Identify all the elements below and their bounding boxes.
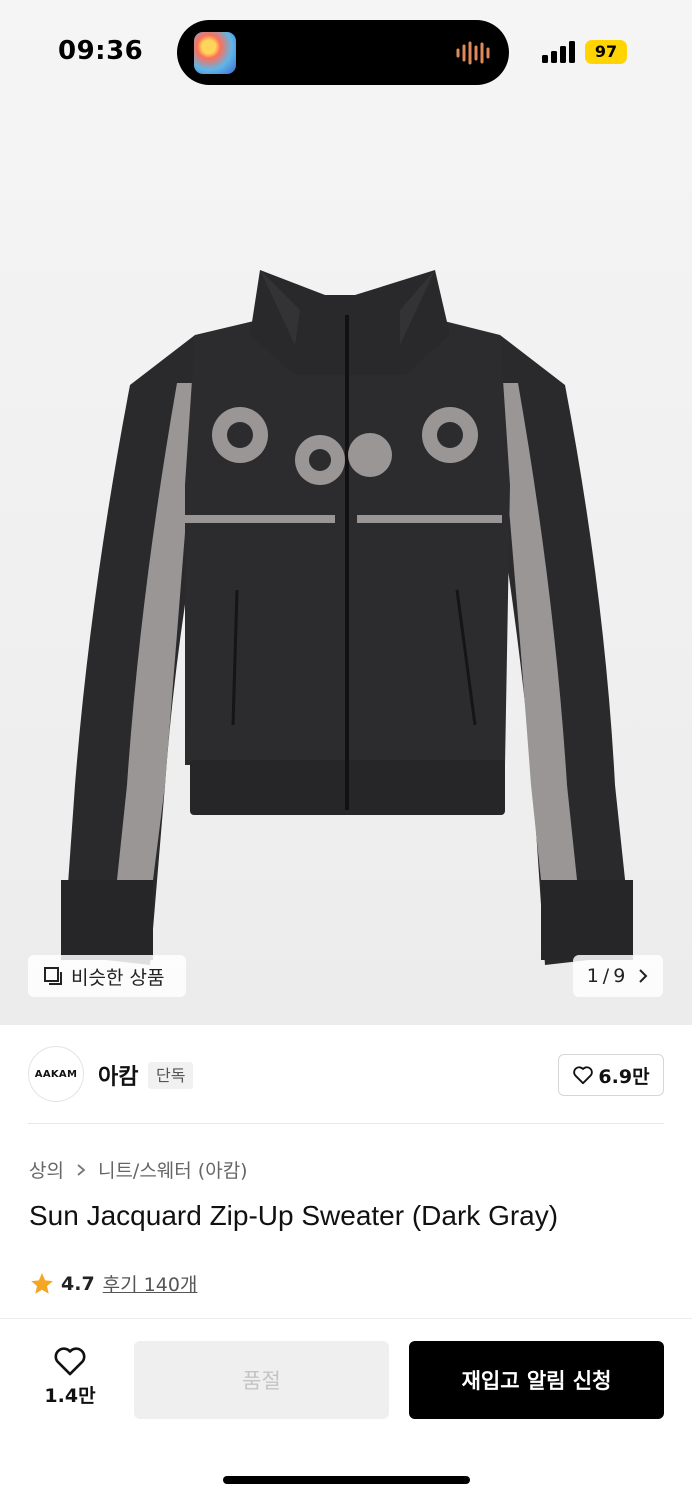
brand-like-count: 6.9만 <box>598 1065 650 1088</box>
product-image[interactable] <box>55 265 640 980</box>
divider <box>28 1123 664 1124</box>
similar-products-button[interactable]: 비슷한 상품 <box>28 955 186 997</box>
restock-alert-button[interactable]: 재입고 알림 신청 <box>409 1341 664 1419</box>
page-current: 1 <box>586 965 599 987</box>
similar-icon <box>44 967 62 985</box>
wishlist-count: 1.4만 <box>44 1385 96 1407</box>
dynamic-island[interactable] <box>177 20 509 85</box>
page-separator: / <box>602 965 610 987</box>
breadcrumb: 상의 니트/스웨터 (아캄) <box>29 1156 248 1183</box>
image-page-indicator[interactable]: 1 / 9 <box>573 955 663 997</box>
product-title: Sun Jacquard Zip-Up Sweater (Dark Gray) <box>29 1200 559 1231</box>
now-playing-artwork[interactable] <box>194 32 236 74</box>
bottom-action-bar: 1.4만 품절 재입고 알림 신청 <box>0 1318 692 1500</box>
breadcrumb-category[interactable]: 상의 <box>29 1156 64 1183</box>
heart-icon <box>573 1066 594 1085</box>
breadcrumb-subcategory[interactable]: 니트/스웨터 (아캄) <box>98 1156 248 1183</box>
brand-like-button[interactable]: 6.9만 <box>558 1054 664 1096</box>
wishlist-button[interactable]: 1.4만 <box>30 1345 110 1415</box>
page-total: 9 <box>613 965 626 987</box>
brand-logo[interactable]: AAKAM <box>28 1046 84 1102</box>
chevron-right-icon <box>77 1163 86 1176</box>
status-bar: 09:36 97 <box>0 0 692 105</box>
exclusive-badge: 단독 <box>148 1062 194 1089</box>
brand-row: AAKAM 아캄 단독 6.9만 <box>28 1046 664 1104</box>
signal-icon <box>542 41 575 63</box>
rating-row[interactable]: 4.7 후기 140개 <box>29 1270 197 1297</box>
soldout-button[interactable]: 품절 <box>134 1341 389 1419</box>
product-image-area[interactable]: 09:36 97 비슷한 상품 1 / 9 <box>0 0 692 1025</box>
waveform-icon <box>456 41 490 65</box>
chevron-right-icon <box>639 969 648 983</box>
star-icon <box>31 1272 53 1294</box>
status-time: 09:36 <box>58 36 144 66</box>
similar-products-label: 비슷한 상품 <box>71 966 165 989</box>
battery-indicator: 97 <box>585 40 627 64</box>
rating-score: 4.7 <box>61 1272 95 1295</box>
home-indicator[interactable] <box>223 1476 470 1484</box>
heart-icon <box>54 1347 86 1376</box>
reviews-link[interactable]: 후기 140개 <box>103 1270 198 1297</box>
brand-name[interactable]: 아캄 <box>98 1059 138 1091</box>
